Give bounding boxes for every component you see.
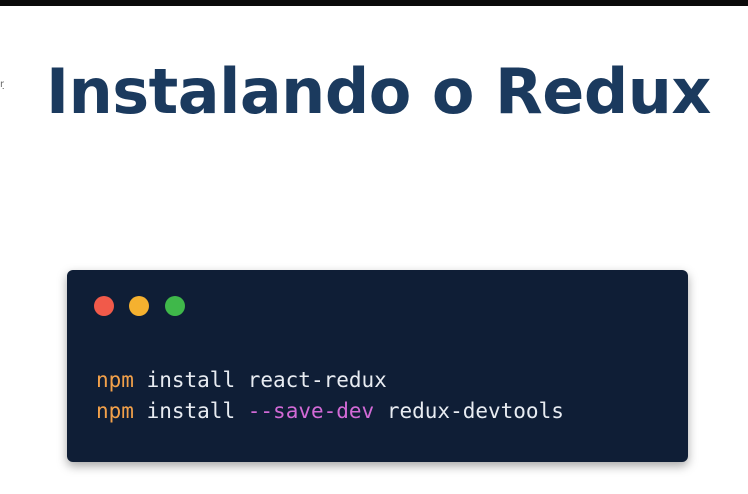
edge-mark: ŋ — [0, 79, 4, 90]
minimize-dot-icon — [129, 296, 149, 316]
code-line-2-cmd: npm — [96, 399, 134, 423]
maximize-dot-icon — [165, 296, 185, 316]
code-line-1: npm install react-redux — [96, 366, 387, 394]
code-line-2-args-pre: install — [146, 399, 236, 423]
code-line-2: npm install --save-dev redux-devtools — [96, 397, 564, 425]
code-line-1-cmd: npm — [96, 368, 134, 392]
code-line-2-args-post: redux-devtools — [386, 399, 564, 423]
slide: ŋ Instalando o Redux npm install react-r… — [0, 0, 748, 494]
code-line-1-args: install react-redux — [146, 368, 387, 392]
slide-title: Instalando o Redux — [46, 55, 711, 128]
top-bar — [0, 0, 748, 6]
code-line-2-flag: --save-dev — [247, 399, 375, 423]
close-dot-icon — [94, 296, 114, 316]
